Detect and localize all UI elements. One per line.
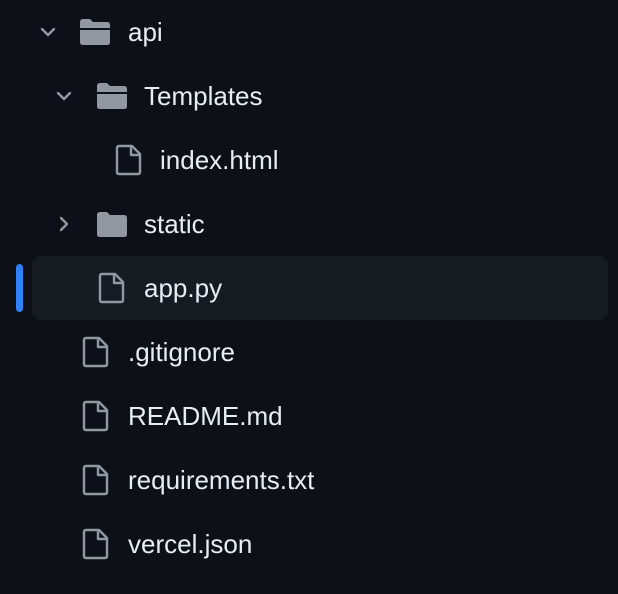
tree-item-templates[interactable]: Templates <box>0 64 618 128</box>
tree-item-label: .gitignore <box>128 337 235 367</box>
tree-item-label: index.html <box>160 145 279 175</box>
tree-item-label: api <box>128 17 163 47</box>
folder-open-icon <box>94 78 130 114</box>
tree-item-label: app.py <box>144 273 223 303</box>
chevron-down-icon[interactable] <box>36 20 60 44</box>
tree-item-readme-md[interactable]: README.md <box>0 384 618 448</box>
tree-item-requirements-txt[interactable]: requirements.txt <box>0 448 618 512</box>
file-tree: api Templates index.html static app.py .… <box>0 0 618 594</box>
tree-item-static[interactable]: static <box>0 192 618 256</box>
tree-item-api[interactable]: api <box>0 0 618 64</box>
file-icon <box>78 398 114 434</box>
file-icon <box>78 526 114 562</box>
tree-item-label: Templates <box>144 81 263 111</box>
file-icon <box>111 142 147 178</box>
tree-item-label: README.md <box>128 401 283 431</box>
file-icon <box>94 270 130 306</box>
chevron-down-icon[interactable] <box>52 84 76 108</box>
file-icon <box>78 334 114 370</box>
tree-item-label: requirements.txt <box>128 465 315 495</box>
folder-icon <box>94 206 130 242</box>
folder-open-icon <box>77 14 113 50</box>
tree-item-label: vercel.json <box>128 529 253 559</box>
file-icon <box>78 462 114 498</box>
chevron-right-icon[interactable] <box>52 212 76 236</box>
tree-item-gitignore[interactable]: .gitignore <box>0 320 618 384</box>
tree-item-index-html[interactable]: index.html <box>0 128 618 192</box>
tree-item-app-py[interactable]: app.py <box>0 256 618 320</box>
tree-item-label: static <box>144 209 205 239</box>
selection-indicator <box>16 264 23 312</box>
tree-item-vercel-json[interactable]: vercel.json <box>0 512 618 576</box>
